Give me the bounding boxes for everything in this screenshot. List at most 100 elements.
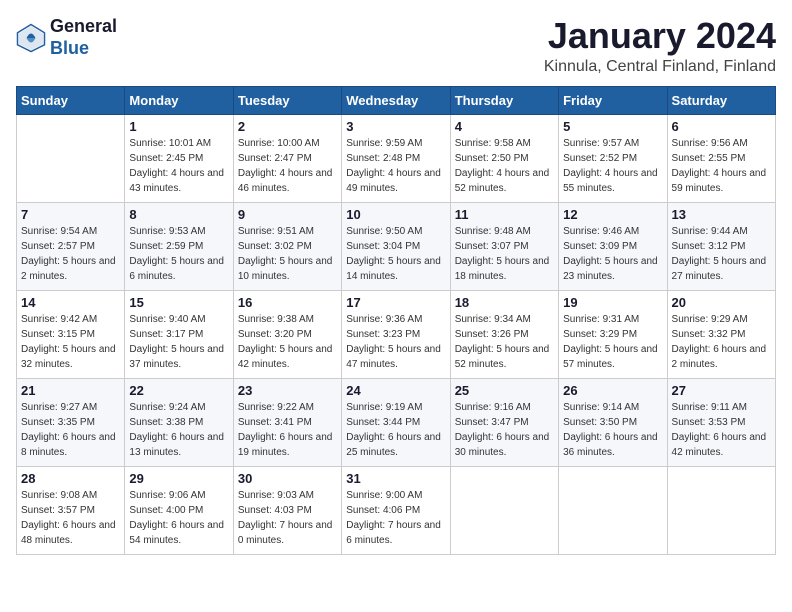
- header: General Blue January 2024 Kinnula, Centr…: [16, 16, 776, 76]
- day-info: Sunrise: 9:22 AMSunset: 3:41 PMDaylight:…: [238, 400, 337, 460]
- day-info: Sunrise: 9:29 AMSunset: 3:32 PMDaylight:…: [672, 312, 771, 372]
- day-cell: 29 Sunrise: 9:06 AMSunset: 4:00 PMDayligh…: [125, 466, 233, 554]
- day-number: 7: [21, 207, 120, 222]
- day-cell: 24 Sunrise: 9:19 AMSunset: 3:44 PMDayligh…: [342, 378, 450, 466]
- day-number: 16: [238, 295, 337, 310]
- location: Kinnula, Central Finland, Finland: [544, 58, 776, 76]
- day-info: Sunrise: 9:27 AMSunset: 3:35 PMDaylight:…: [21, 400, 120, 460]
- day-cell: [17, 114, 125, 202]
- day-cell: 6 Sunrise: 9:56 AMSunset: 2:55 PMDaylight…: [667, 114, 775, 202]
- day-info: Sunrise: 9:53 AMSunset: 2:59 PMDaylight:…: [129, 224, 228, 284]
- week-row-2: 7 Sunrise: 9:54 AMSunset: 2:57 PMDaylight…: [17, 202, 776, 290]
- week-row-5: 28 Sunrise: 9:08 AMSunset: 3:57 PMDayligh…: [17, 466, 776, 554]
- day-info: Sunrise: 9:08 AMSunset: 3:57 PMDaylight:…: [21, 488, 120, 548]
- day-cell: 31 Sunrise: 9:00 AMSunset: 4:06 PMDayligh…: [342, 466, 450, 554]
- day-cell: 28 Sunrise: 9:08 AMSunset: 3:57 PMDayligh…: [17, 466, 125, 554]
- day-cell: 27 Sunrise: 9:11 AMSunset: 3:53 PMDayligh…: [667, 378, 775, 466]
- day-number: 24: [346, 383, 445, 398]
- day-number: 9: [238, 207, 337, 222]
- day-number: 28: [21, 471, 120, 486]
- logo: General Blue: [16, 16, 117, 59]
- day-cell: 4Sunrise: 9:58 AMSunset: 2:50 PMDaylight…: [450, 114, 558, 202]
- day-info: Sunrise: 9:06 AMSunset: 4:00 PMDaylight:…: [129, 488, 228, 548]
- day-info: Sunrise: 9:11 AMSunset: 3:53 PMDaylight:…: [672, 400, 771, 460]
- day-info: Sunrise: 9:46 AMSunset: 3:09 PMDaylight:…: [563, 224, 662, 284]
- day-cell: 22Sunrise: 9:24 AMSunset: 3:38 PMDayligh…: [125, 378, 233, 466]
- header-cell-sunday: Sunday: [17, 86, 125, 114]
- day-info: Sunrise: 10:00 AMSunset: 2:47 PMDaylight…: [238, 136, 337, 196]
- header-cell-saturday: Saturday: [667, 86, 775, 114]
- day-info: Sunrise: 9:36 AMSunset: 3:23 PMDaylight:…: [346, 312, 445, 372]
- day-number: 30: [238, 471, 337, 486]
- day-info: Sunrise: 9:40 AMSunset: 3:17 PMDaylight:…: [129, 312, 228, 372]
- day-number: 18: [455, 295, 554, 310]
- day-info: Sunrise: 9:31 AMSunset: 3:29 PMDaylight:…: [563, 312, 662, 372]
- week-row-1: 1 Sunrise: 10:01 AMSunset: 2:45 PMDayligh…: [17, 114, 776, 202]
- day-number: 1: [129, 119, 228, 134]
- day-info: Sunrise: 9:44 AMSunset: 3:12 PMDaylight:…: [672, 224, 771, 284]
- week-row-3: 14 Sunrise: 9:42 AMSunset: 3:15 PMDayligh…: [17, 290, 776, 378]
- day-cell: 11 Sunrise: 9:48 AMSunset: 3:07 PMDayligh…: [450, 202, 558, 290]
- day-info: Sunrise: 9:42 AMSunset: 3:15 PMDaylight:…: [21, 312, 120, 372]
- day-cell: [667, 466, 775, 554]
- logo-icon: [16, 23, 46, 53]
- day-cell: [450, 466, 558, 554]
- day-number: 10: [346, 207, 445, 222]
- day-info: Sunrise: 9:00 AMSunset: 4:06 PMDaylight:…: [346, 488, 445, 548]
- day-info: Sunrise: 9:14 AMSunset: 3:50 PMDaylight:…: [563, 400, 662, 460]
- day-info: Sunrise: 9:19 AMSunset: 3:44 PMDaylight:…: [346, 400, 445, 460]
- day-info: Sunrise: 9:57 AMSunset: 2:52 PMDaylight:…: [563, 136, 662, 196]
- day-cell: 1 Sunrise: 10:01 AMSunset: 2:45 PMDayligh…: [125, 114, 233, 202]
- day-cell: 2 Sunrise: 10:00 AMSunset: 2:47 PMDayligh…: [233, 114, 341, 202]
- day-number: 23: [238, 383, 337, 398]
- day-info: Sunrise: 10:01 AMSunset: 2:45 PMDaylight…: [129, 136, 228, 196]
- day-cell: 23 Sunrise: 9:22 AMSunset: 3:41 PMDayligh…: [233, 378, 341, 466]
- calendar-header: SundayMondayTuesdayWednesdayThursdayFrid…: [17, 86, 776, 114]
- day-info: Sunrise: 9:59 AMSunset: 2:48 PMDaylight:…: [346, 136, 445, 196]
- day-info: Sunrise: 9:16 AMSunset: 3:47 PMDaylight:…: [455, 400, 554, 460]
- day-number: 27: [672, 383, 771, 398]
- day-number: 5: [563, 119, 662, 134]
- day-number: 31: [346, 471, 445, 486]
- day-info: Sunrise: 9:54 AMSunset: 2:57 PMDaylight:…: [21, 224, 120, 284]
- day-number: 14: [21, 295, 120, 310]
- day-info: Sunrise: 9:03 AMSunset: 4:03 PMDaylight:…: [238, 488, 337, 548]
- day-number: 3: [346, 119, 445, 134]
- day-cell: 17 Sunrise: 9:36 AMSunset: 3:23 PMDayligh…: [342, 290, 450, 378]
- day-info: Sunrise: 9:56 AMSunset: 2:55 PMDaylight:…: [672, 136, 771, 196]
- day-number: 11: [455, 207, 554, 222]
- day-cell: 7 Sunrise: 9:54 AMSunset: 2:57 PMDaylight…: [17, 202, 125, 290]
- day-number: 20: [672, 295, 771, 310]
- day-number: 6: [672, 119, 771, 134]
- week-row-4: 21 Sunrise: 9:27 AMSunset: 3:35 PMDayligh…: [17, 378, 776, 466]
- day-cell: 9Sunrise: 9:51 AMSunset: 3:02 PMDaylight…: [233, 202, 341, 290]
- day-info: Sunrise: 9:34 AMSunset: 3:26 PMDaylight:…: [455, 312, 554, 372]
- day-number: 17: [346, 295, 445, 310]
- day-cell: 30 Sunrise: 9:03 AMSunset: 4:03 PMDayligh…: [233, 466, 341, 554]
- day-info: Sunrise: 9:38 AMSunset: 3:20 PMDaylight:…: [238, 312, 337, 372]
- day-number: 25: [455, 383, 554, 398]
- header-cell-wednesday: Wednesday: [342, 86, 450, 114]
- day-number: 21: [21, 383, 120, 398]
- day-number: 2: [238, 119, 337, 134]
- day-number: 15: [129, 295, 228, 310]
- header-cell-monday: Monday: [125, 86, 233, 114]
- calendar-body: 1 Sunrise: 10:01 AMSunset: 2:45 PMDayligh…: [17, 114, 776, 554]
- day-cell: 26 Sunrise: 9:14 AMSunset: 3:50 PMDayligh…: [559, 378, 667, 466]
- day-info: Sunrise: 9:58 AMSunset: 2:50 PMDaylight:…: [455, 136, 554, 196]
- calendar-table: SundayMondayTuesdayWednesdayThursdayFrid…: [16, 86, 776, 555]
- header-row: SundayMondayTuesdayWednesdayThursdayFrid…: [17, 86, 776, 114]
- day-cell: 19 Sunrise: 9:31 AMSunset: 3:29 PMDayligh…: [559, 290, 667, 378]
- day-cell: 10 Sunrise: 9:50 AMSunset: 3:04 PMDayligh…: [342, 202, 450, 290]
- day-info: Sunrise: 9:48 AMSunset: 3:07 PMDaylight:…: [455, 224, 554, 284]
- day-cell: [559, 466, 667, 554]
- day-cell: 3 Sunrise: 9:59 AMSunset: 2:48 PMDaylight…: [342, 114, 450, 202]
- day-number: 26: [563, 383, 662, 398]
- day-info: Sunrise: 9:24 AMSunset: 3:38 PMDaylight:…: [129, 400, 228, 460]
- day-number: 19: [563, 295, 662, 310]
- day-cell: 5 Sunrise: 9:57 AMSunset: 2:52 PMDaylight…: [559, 114, 667, 202]
- day-number: 29: [129, 471, 228, 486]
- day-cell: 13Sunrise: 9:44 AMSunset: 3:12 PMDayligh…: [667, 202, 775, 290]
- day-info: Sunrise: 9:50 AMSunset: 3:04 PMDaylight:…: [346, 224, 445, 284]
- day-cell: 12Sunrise: 9:46 AMSunset: 3:09 PMDayligh…: [559, 202, 667, 290]
